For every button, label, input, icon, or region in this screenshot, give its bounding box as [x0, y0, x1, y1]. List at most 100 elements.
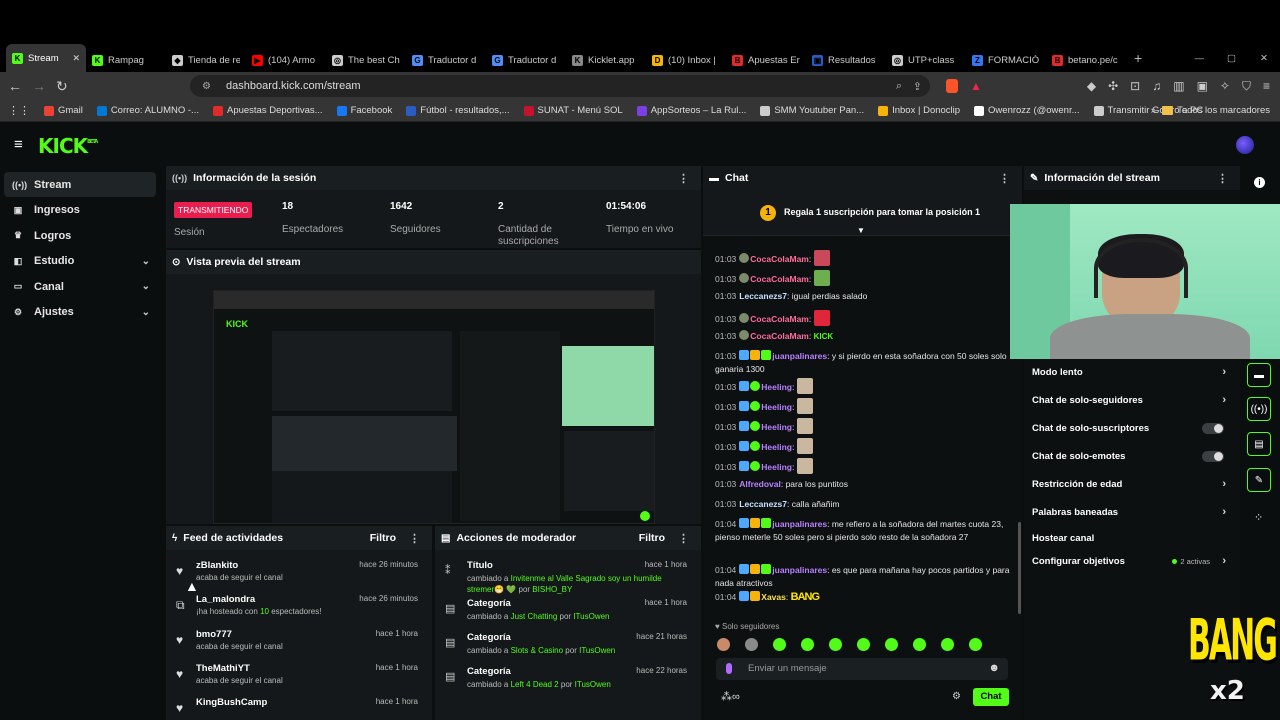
- feed-username[interactable]: bmo777: [196, 629, 232, 640]
- feed-username[interactable]: KingBushCamp: [196, 697, 267, 708]
- chat-message[interactable]: 01:03 Heeling:: [715, 458, 1011, 474]
- wallet-icon[interactable]: ▣: [1197, 79, 1208, 94]
- user-avatar[interactable]: [1236, 136, 1254, 154]
- chat-menu-icon[interactable]: ⋮: [999, 172, 1010, 185]
- chevron-right-icon[interactable]: ›: [1222, 478, 1226, 490]
- apps-icon[interactable]: ⋮⋮: [8, 104, 30, 117]
- chevron-right-icon[interactable]: ›: [1222, 555, 1226, 567]
- chat-username[interactable]: Xavas: [761, 592, 786, 602]
- bookmark-item[interactable]: Gmail: [44, 105, 83, 116]
- bookmark-item[interactable]: Apuestas Deportivas...: [212, 105, 323, 116]
- quick-emote-icon[interactable]: [745, 638, 758, 651]
- bookmark-item[interactable]: Facebook: [336, 105, 392, 116]
- bookmark-item[interactable]: AppSorteos – La Rul...: [636, 105, 746, 116]
- minimize-button[interactable]: —: [1195, 53, 1205, 64]
- rewards-icon[interactable]: ▲: [970, 79, 982, 93]
- chat-message[interactable]: 01:03 CocaColaMam:: [715, 310, 1011, 326]
- chat-username[interactable]: Alfredoval: [739, 479, 781, 489]
- chevron-right-icon[interactable]: ›: [1222, 394, 1226, 406]
- sidebar-item-stream[interactable]: ((•)) Stream: [4, 172, 156, 197]
- toggle-switch[interactable]: [1202, 450, 1224, 462]
- chat-username[interactable]: Heeling: [761, 402, 792, 412]
- browser-tab[interactable]: Z FORMACIÓ: [966, 48, 1046, 72]
- quick-emote-icon[interactable]: [857, 638, 870, 651]
- kick-logo[interactable]: KICKBETA: [38, 134, 98, 158]
- quick-emote-icon[interactable]: [969, 638, 982, 651]
- feed-username[interactable]: TheMathiYT: [196, 663, 250, 674]
- chat-message[interactable]: 01:03 Leccanezs7: calla añañim: [715, 498, 1011, 511]
- menu-icon[interactable]: ≡: [1263, 79, 1270, 94]
- forward-icon[interactable]: →: [32, 78, 46, 94]
- chat-message[interactable]: 01:03 Heeling:: [715, 438, 1011, 454]
- quick-emote-icon[interactable]: [801, 638, 814, 651]
- zoom-icon[interactable]: ⌕: [896, 80, 902, 93]
- all-bookmarks[interactable]: Todos los marcadores: [1162, 105, 1270, 116]
- browser-tab[interactable]: G Traductor d: [486, 48, 566, 72]
- browser-tab[interactable]: Bbetano.pe/c: [1046, 48, 1126, 72]
- chat-message[interactable]: 01:03 CocaColaMam: KICK: [715, 330, 1011, 343]
- mod-action-row[interactable]: ▤ Categoría hace 1 hora cambiado a Just Cha…: [435, 598, 697, 632]
- setting-chat-de-solo-seguidores[interactable]: Chat de solo-seguidores ›: [1024, 386, 1232, 414]
- close-window-button[interactable]: ✕: [1260, 53, 1268, 64]
- sidebar-item-ajustes[interactable]: ⚙ Ajustes ⌄: [4, 300, 156, 325]
- setting-palabras-baneadas[interactable]: Palabras baneadas ›: [1024, 498, 1232, 526]
- sidebar-toggle-icon[interactable]: ▥: [1173, 79, 1184, 94]
- extensions-icon[interactable]: ✣: [1108, 79, 1118, 94]
- bookmark-item[interactable]: Inbox | Donoclip: [878, 105, 960, 116]
- browser-tab[interactable]: ◆ Tienda de re: [166, 48, 246, 72]
- more-bookmarks-icon[interactable]: »: [1151, 105, 1156, 116]
- pinned-gift-banner[interactable]: 1 Regala 1 suscripción para tomar la pos…: [703, 190, 1022, 236]
- chat-message[interactable]: 01:04 juanpalinares: es que para mañana h…: [715, 564, 1011, 590]
- reload-icon[interactable]: ↻: [56, 78, 68, 95]
- hamburger-menu-icon[interactable]: ≡: [14, 136, 23, 153]
- chat-username[interactable]: Leccanezs7: [739, 499, 787, 509]
- browser-tab[interactable]: ▶ (104) Armo: [246, 48, 326, 72]
- quick-emote-icon[interactable]: [717, 638, 730, 651]
- feed-username[interactable]: La_malondra: [196, 594, 255, 605]
- chat-message[interactable]: 01:03 Heeling:: [715, 418, 1011, 434]
- setting-restricci-n-de-edad[interactable]: Restricción de edad ›: [1024, 470, 1232, 498]
- chat-username[interactable]: Heeling: [761, 462, 792, 472]
- sidebar-item-canal[interactable]: ▭ Canal ⌄: [4, 274, 156, 299]
- feed-row[interactable]: ♥ zBlankito hace 26 minutos acaba de seguir…: [166, 560, 428, 594]
- feed-username[interactable]: zBlankito: [196, 560, 238, 571]
- setting-configurar-objetivos[interactable]: Configurar objetivos › 2 activas: [1024, 547, 1232, 575]
- points-icon[interactable]: ⁂∞: [721, 690, 740, 703]
- mic-icon[interactable]: [726, 663, 732, 674]
- chat-username[interactable]: juanpalinares: [772, 519, 827, 529]
- toggle-switch[interactable]: [1202, 422, 1224, 434]
- clipboard-rail-button[interactable]: ▤: [1247, 432, 1271, 456]
- leo-icon[interactable]: ✧: [1220, 79, 1230, 94]
- broadcast-rail-button[interactable]: ((•)): [1247, 397, 1271, 421]
- setting-chat-de-solo-emotes[interactable]: Chat de solo-emotes: [1024, 442, 1232, 470]
- setting-modo-lento[interactable]: Modo lento ›: [1024, 358, 1232, 386]
- mod-action-row[interactable]: ⁑ Título hace 1 hora cambiado a Invitenme a…: [435, 560, 697, 594]
- chat-scrollbar[interactable]: [1018, 522, 1021, 614]
- emoji-icon[interactable]: ☻: [988, 662, 1000, 674]
- chat-username[interactable]: CocaColaMam: [750, 274, 809, 284]
- url-field[interactable]: ⚙ dashboard.kick.com/stream ⌕ ⇪: [190, 75, 930, 97]
- mod-menu-icon[interactable]: ⋮: [678, 532, 689, 545]
- mod-filter-button[interactable]: Filtro: [639, 532, 665, 544]
- chat-username[interactable]: Heeling: [761, 442, 792, 452]
- collapse-chevron-icon[interactable]: ▼: [857, 226, 865, 235]
- layout-rail-icon[interactable]: ⁘: [1254, 511, 1263, 524]
- feed-filter-button[interactable]: Filtro: [370, 532, 396, 544]
- browser-tab[interactable]: K Rampag: [86, 48, 166, 72]
- chevron-right-icon[interactable]: ›: [1222, 366, 1226, 378]
- chat-username[interactable]: juanpalinares: [772, 351, 827, 361]
- chevron-down-icon[interactable]: ⌄: [142, 256, 150, 267]
- bookmark-item[interactable]: SUNAT - Menú SOL: [523, 105, 623, 116]
- browser-tab[interactable]: G Traductor d: [406, 48, 486, 72]
- bookmark-item[interactable]: Fútbol - resultados,...: [406, 105, 510, 116]
- sidebar-item-logros[interactable]: ♛ Logros: [4, 223, 156, 248]
- edit-rail-button[interactable]: ✎: [1247, 468, 1271, 492]
- chat-username[interactable]: Heeling: [761, 382, 792, 392]
- quick-emote-icon[interactable]: [773, 638, 786, 651]
- sidebar-item-estudio[interactable]: ◧ Estudio ⌄: [4, 249, 156, 274]
- tab-close-icon[interactable]: ✕: [72, 53, 80, 64]
- chat-settings-icon[interactable]: ⚙: [952, 691, 961, 702]
- feed-row[interactable]: ⧉ La_malondra hace 26 minutos ¡ha hosteado …: [166, 594, 428, 628]
- stream-preview-video[interactable]: KICK: [213, 290, 655, 524]
- feed-row[interactable]: ♥ KingBushCamp hace 1 hora: [166, 697, 428, 720]
